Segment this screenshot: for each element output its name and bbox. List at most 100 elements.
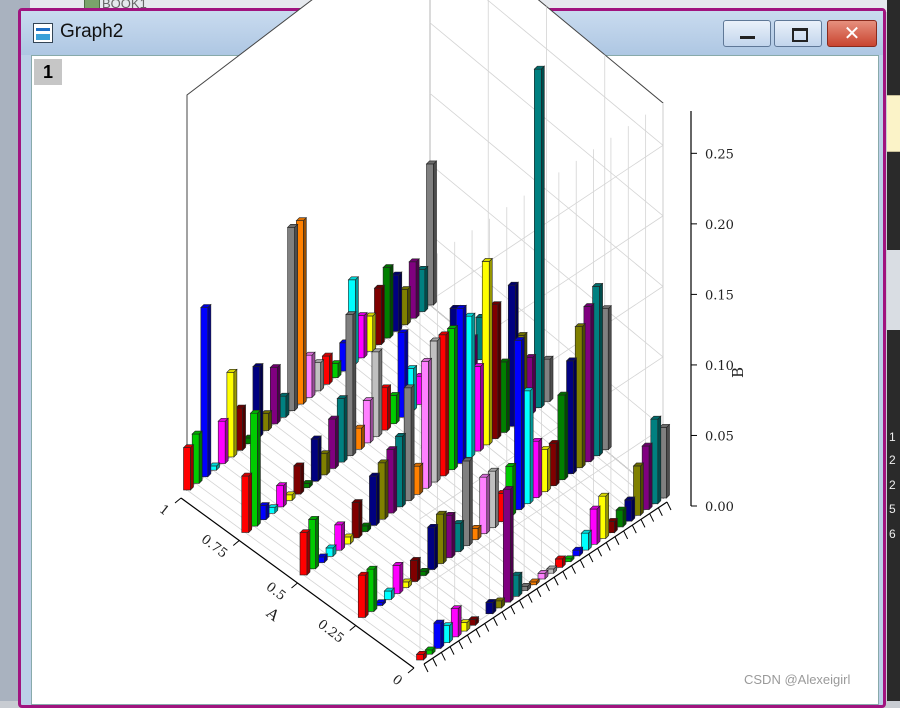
bar-side <box>588 529 592 551</box>
bar-side <box>666 423 670 499</box>
bar-side <box>417 556 421 583</box>
a-tick-label: 0 <box>389 672 405 689</box>
bar-side <box>445 331 450 477</box>
bar-side <box>381 284 385 346</box>
bar-side <box>497 300 502 440</box>
bar-front <box>183 447 191 491</box>
bar <box>409 556 422 583</box>
bar-side <box>549 355 554 403</box>
bar-front <box>537 573 546 580</box>
bar-side <box>407 285 411 326</box>
category-tick <box>553 576 559 586</box>
a-tick-label: 0.5 <box>263 580 289 605</box>
category-tick <box>475 629 481 638</box>
b-tick-label: 0.20 <box>705 218 734 233</box>
bar-side <box>389 263 394 339</box>
bar-side <box>384 459 389 520</box>
a-tick <box>232 540 240 546</box>
bar <box>275 482 288 508</box>
bar-side <box>648 442 653 511</box>
category-tick <box>536 588 542 598</box>
bar-side <box>419 462 424 496</box>
bar-side <box>329 352 333 386</box>
bar-front <box>293 465 302 495</box>
category-tick <box>579 559 585 569</box>
bar-side <box>469 457 473 547</box>
bar-3d-chart: 00.250.50.751 0.000.050.100.150.200.25AB <box>156 0 747 689</box>
bar-side <box>428 357 432 489</box>
bar-side <box>352 310 357 457</box>
bar <box>368 472 381 527</box>
a-tick-label: 0.25 <box>314 617 346 647</box>
bar-side <box>372 312 377 352</box>
bar-side <box>207 303 212 478</box>
bar-side <box>518 571 523 598</box>
bar-side <box>335 415 339 470</box>
a-tick-label: 0.75 <box>198 532 230 562</box>
bar <box>241 472 253 534</box>
bar-side <box>343 394 348 463</box>
bar-side <box>315 515 319 570</box>
bar-side <box>471 312 476 458</box>
bar-side <box>454 324 458 471</box>
category-tick <box>510 605 516 615</box>
category-tick <box>562 571 568 580</box>
bar-side <box>488 257 493 446</box>
bar-side <box>433 160 437 306</box>
category-tick <box>545 582 550 592</box>
bar-front <box>572 549 581 557</box>
bar-side <box>564 391 569 481</box>
bar-side <box>449 621 453 644</box>
bar-side <box>361 424 365 451</box>
category-tick <box>623 530 629 540</box>
bar-side <box>363 311 368 359</box>
bar-side <box>224 417 229 465</box>
bar-side <box>393 445 398 514</box>
bar-front <box>241 475 250 533</box>
bar <box>310 435 322 483</box>
bar <box>415 650 428 661</box>
bar-front <box>276 485 284 508</box>
category-tick <box>423 663 429 673</box>
bar-side <box>398 271 403 333</box>
bar-side <box>303 216 307 405</box>
bar-side <box>376 472 380 527</box>
category-tick <box>466 634 472 644</box>
category-tick <box>449 646 455 655</box>
bar-front <box>502 488 511 603</box>
bar-side <box>399 561 404 595</box>
category-tick <box>571 565 576 574</box>
bar-side <box>605 492 610 540</box>
bar-side <box>640 462 644 517</box>
a-axis-label: A <box>262 603 283 625</box>
bar-front <box>410 560 418 582</box>
category-tick <box>649 513 655 522</box>
bar-side <box>443 510 447 565</box>
a-tick <box>407 667 415 674</box>
bar-front <box>299 532 308 576</box>
category-tick <box>492 617 498 626</box>
bar-side <box>395 391 400 425</box>
bar-front <box>485 602 494 615</box>
category-tick <box>519 600 524 609</box>
bar-side <box>410 384 415 502</box>
bar-side <box>198 430 203 485</box>
bar-front <box>383 590 392 600</box>
bar-side <box>462 304 467 465</box>
bar-side <box>631 496 636 522</box>
a-tick <box>291 582 298 589</box>
bar-side <box>402 432 406 508</box>
bar-side <box>294 223 298 412</box>
bar-side <box>506 358 510 434</box>
bar-side <box>373 565 378 613</box>
bar-side <box>622 506 627 528</box>
bar-side <box>495 467 499 529</box>
bar-side <box>599 282 603 457</box>
bar-side <box>555 439 560 487</box>
bar-side <box>424 265 429 313</box>
category-tick <box>484 623 490 632</box>
bar-side <box>415 258 420 319</box>
bar-side <box>596 505 601 546</box>
bar-side <box>387 384 391 431</box>
category-tick <box>458 640 464 650</box>
